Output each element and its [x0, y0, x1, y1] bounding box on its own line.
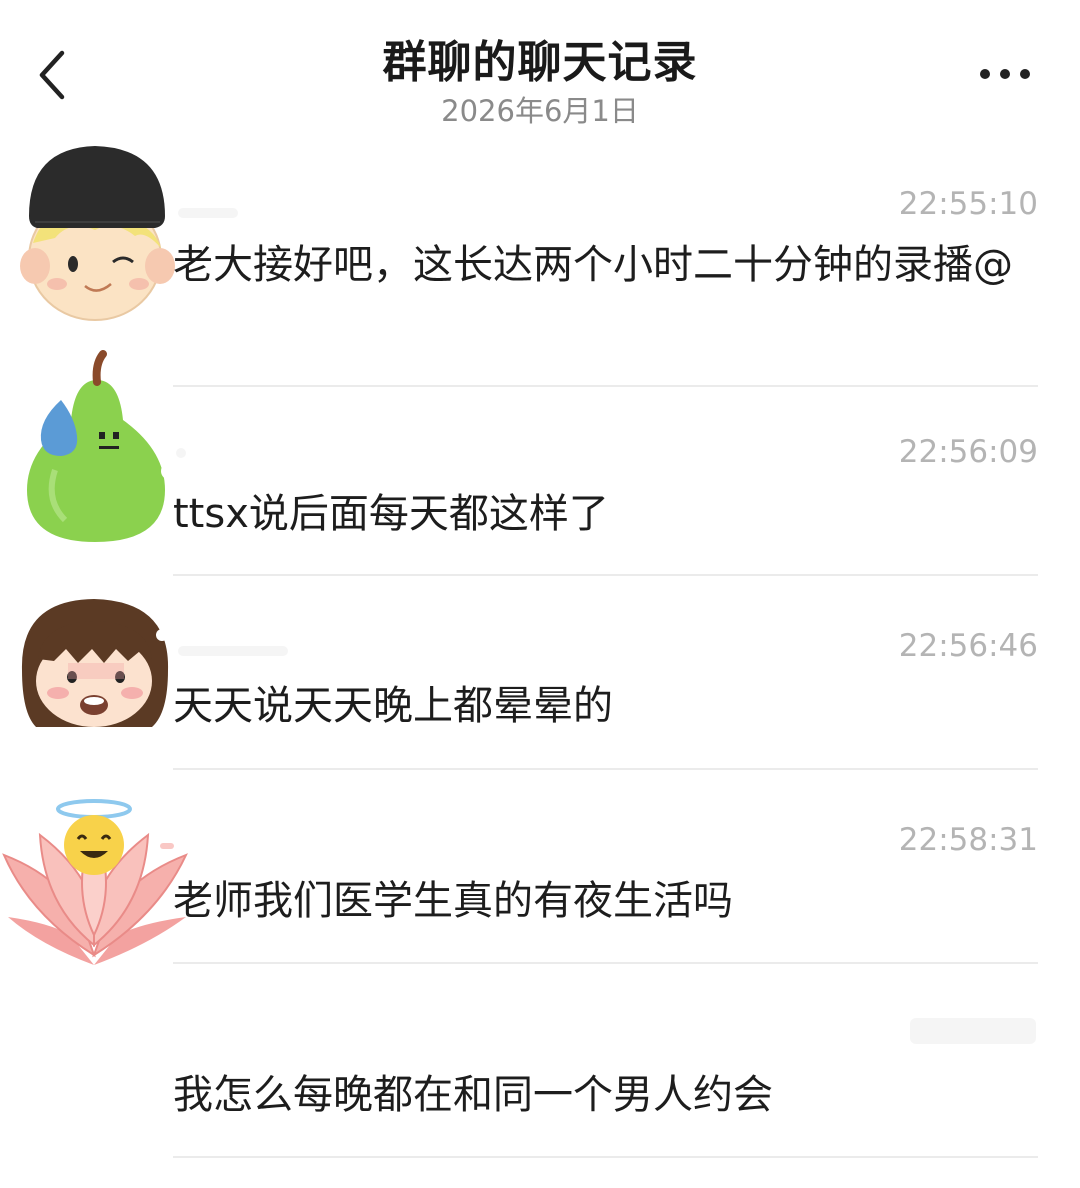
message-time-redacted: [910, 1018, 1036, 1044]
lotus-angel-avatar[interactable]: [0, 795, 195, 971]
sender-name-redacted: [178, 208, 238, 218]
message-text: ttsx说后面每天都这样了: [173, 491, 609, 537]
message-text: 老师我们医学生真的有夜生活吗: [173, 878, 733, 924]
message-time: 22:58:31: [898, 822, 1038, 858]
divider: [173, 574, 1038, 576]
message-text: 老大接好吧，这长达两个小时二十分钟的录播@: [173, 242, 1013, 288]
sender-name-redacted: [178, 646, 288, 656]
message-time: 22:56:09: [898, 434, 1038, 470]
divider: [173, 768, 1038, 770]
sender-name-redacted: [176, 448, 186, 458]
message-text: 我怎么每晚都在和同一个男人约会: [173, 1072, 773, 1118]
page-date: 2026年6月1日: [441, 94, 639, 128]
girl-bangs-avatar[interactable]: [12, 595, 177, 734]
message-text: 天天说天天晚上都晕晕的: [173, 683, 613, 729]
divider: [173, 385, 1038, 387]
header-bar: 群聊的聊天记录 2026年6月1日: [0, 0, 1080, 140]
page-title: 群聊的聊天记录: [382, 37, 698, 88]
boy-beanie-avatar[interactable]: [15, 138, 175, 332]
more-horizontal-icon: [980, 69, 1030, 79]
divider: [173, 1156, 1038, 1158]
green-pear-avatar[interactable]: [15, 350, 189, 549]
divider: [173, 962, 1038, 964]
more-button[interactable]: [975, 60, 1035, 90]
message-time: 22:56:46: [898, 628, 1038, 664]
message-time: 22:55:10: [898, 186, 1038, 222]
